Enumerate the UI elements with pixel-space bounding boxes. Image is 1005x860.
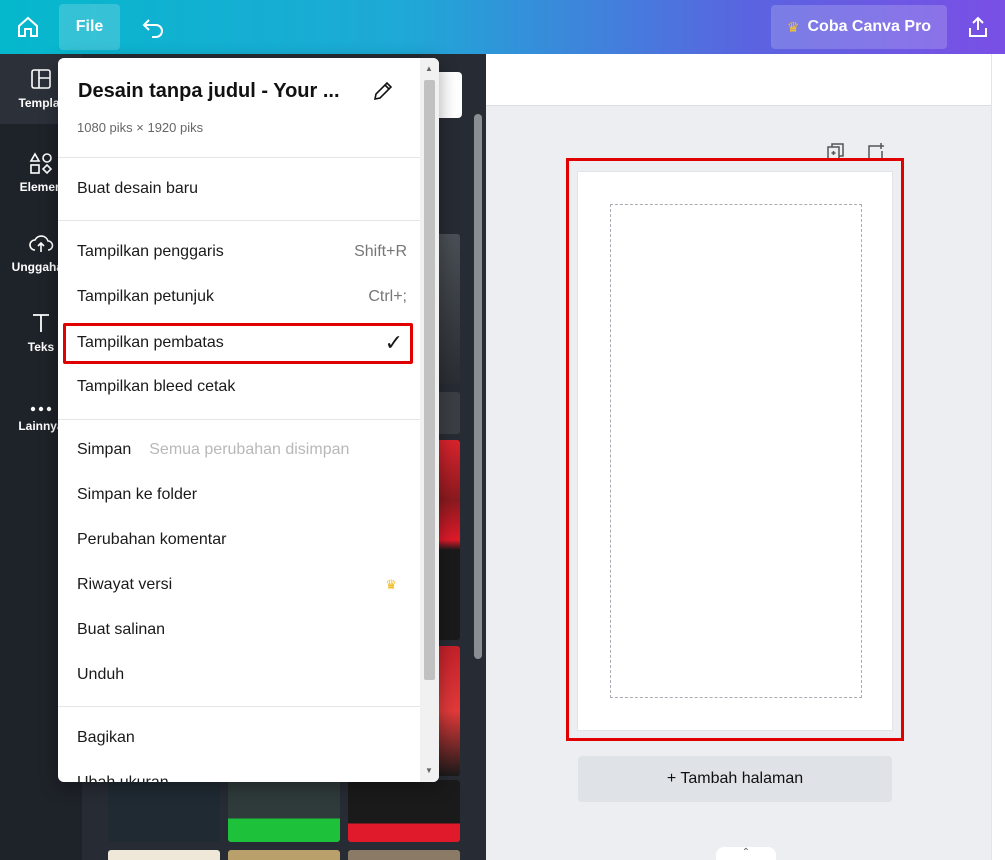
chevron-up-icon: ⌃ bbox=[741, 847, 751, 858]
elements-icon bbox=[29, 152, 53, 174]
crown-icon: ♛ bbox=[786, 18, 800, 35]
canvas-scrollbar[interactable] bbox=[991, 54, 1005, 860]
menu-item-label: Riwayat versi bbox=[77, 576, 173, 593]
menu-item-show-guides[interactable]: Tampilkan petunjuk Ctrl+; bbox=[77, 278, 407, 316]
template-thumbnail[interactable] bbox=[348, 780, 460, 842]
save-status: Semua perubahan disimpan bbox=[149, 441, 350, 458]
canvas-toolbar bbox=[486, 54, 991, 106]
menu-item-label: Ubah ukuran bbox=[77, 774, 169, 782]
menu-scrollbar[interactable]: ▲ ▼ bbox=[420, 58, 439, 782]
template-icon bbox=[31, 69, 51, 89]
design-page[interactable] bbox=[578, 172, 892, 730]
menu-item-save-to-folder[interactable]: Simpan ke folder bbox=[77, 476, 407, 514]
menu-item-label: Tampilkan petunjuk bbox=[77, 288, 214, 305]
file-menu-button[interactable]: File bbox=[59, 4, 120, 50]
menu-item-label: Simpan bbox=[77, 441, 132, 458]
more-icon bbox=[30, 406, 52, 412]
nav-label: Elemen bbox=[19, 180, 63, 194]
menu-item-label: Tampilkan penggaris bbox=[77, 243, 224, 260]
margin-guide bbox=[610, 204, 862, 698]
menu-item-show-rulers[interactable]: Tampilkan penggaris Shift+R bbox=[77, 233, 407, 271]
menu-divider bbox=[58, 419, 420, 420]
template-thumbnail[interactable] bbox=[228, 780, 340, 842]
canvas-area: + Tambah halaman ⌃ bbox=[486, 54, 1005, 860]
template-thumbnail[interactable] bbox=[108, 850, 220, 860]
template-thumbnail[interactable] bbox=[348, 850, 460, 860]
scroll-up-arrow-icon[interactable]: ▲ bbox=[425, 64, 433, 73]
menu-item-share[interactable]: Bagikan bbox=[77, 719, 407, 757]
nav-label: Teks bbox=[27, 340, 55, 354]
menu-item-label: Bagikan bbox=[77, 729, 135, 746]
file-menu: Desain tanpa judul - Your ... 1080 piks … bbox=[58, 58, 439, 782]
menu-item-label: Tampilkan pembatas bbox=[77, 334, 224, 351]
menu-item-label: Unduh bbox=[77, 666, 125, 683]
menu-item-resize[interactable]: Ubah ukuran bbox=[77, 764, 407, 782]
menu-item-new-design[interactable]: Buat desain baru bbox=[77, 170, 407, 208]
shortcut-label: Ctrl+; bbox=[368, 288, 407, 305]
menu-item-comment-changes[interactable]: Perubahan komentar bbox=[77, 521, 407, 559]
upload-share-icon bbox=[969, 16, 987, 37]
menu-divider bbox=[58, 706, 420, 707]
undo-icon bbox=[142, 19, 163, 38]
menu-item-download[interactable]: Unduh bbox=[77, 656, 407, 694]
design-dimensions: 1080 piks × 1920 piks bbox=[77, 120, 204, 135]
nav-label: Templat bbox=[18, 96, 64, 110]
menu-item-label: Buat desain baru bbox=[77, 180, 198, 197]
nav-label: Lainnya bbox=[18, 419, 64, 433]
upload-icon bbox=[29, 235, 54, 252]
menu-item-label: Simpan ke folder bbox=[77, 486, 198, 503]
menu-divider bbox=[58, 220, 420, 221]
template-thumbnail[interactable] bbox=[228, 850, 340, 860]
crown-icon: ♛ bbox=[385, 577, 397, 592]
menu-divider bbox=[58, 157, 420, 158]
pencil-icon bbox=[373, 81, 393, 101]
panel-scrollbar[interactable] bbox=[474, 114, 482, 659]
try-pro-button[interactable]: ♛ Coba Canva Pro bbox=[771, 5, 947, 49]
design-title[interactable]: Desain tanpa judul - Your ... bbox=[78, 80, 358, 103]
undo-button[interactable] bbox=[130, 4, 176, 50]
menu-item-make-copy[interactable]: Buat salinan bbox=[77, 611, 407, 649]
top-bar: File ♛ Coba Canva Pro bbox=[0, 0, 1005, 54]
try-pro-label: Coba Canva Pro bbox=[807, 18, 932, 35]
home-icon bbox=[18, 16, 38, 37]
menu-item-save[interactable]: Simpan Semua perubahan disimpan bbox=[77, 431, 407, 469]
scroll-down-arrow-icon[interactable]: ▼ bbox=[425, 766, 433, 775]
text-icon bbox=[33, 314, 49, 332]
shortcut-label: Shift+R bbox=[354, 243, 407, 260]
export-button[interactable] bbox=[958, 4, 998, 50]
menu-item-version-history[interactable]: Riwayat versi ♛ bbox=[77, 566, 407, 604]
menu-item-label: Tampilkan bleed cetak bbox=[77, 378, 236, 395]
menu-scroll-thumb[interactable] bbox=[424, 80, 435, 680]
menu-item-show-bleed[interactable]: Tampilkan bleed cetak bbox=[77, 368, 407, 406]
home-button[interactable] bbox=[6, 4, 50, 50]
menu-item-show-margins[interactable]: Tampilkan pembatas ✓ bbox=[77, 324, 407, 362]
menu-item-label: Buat salinan bbox=[77, 621, 166, 638]
menu-item-label: Perubahan komentar bbox=[77, 531, 227, 548]
scroll-up-hint[interactable]: ⌃ bbox=[716, 847, 776, 860]
checkmark-icon: ✓ bbox=[384, 330, 403, 355]
rename-button[interactable] bbox=[372, 80, 394, 108]
add-page-button[interactable]: + Tambah halaman bbox=[578, 756, 892, 802]
template-thumbnail[interactable] bbox=[108, 780, 220, 842]
